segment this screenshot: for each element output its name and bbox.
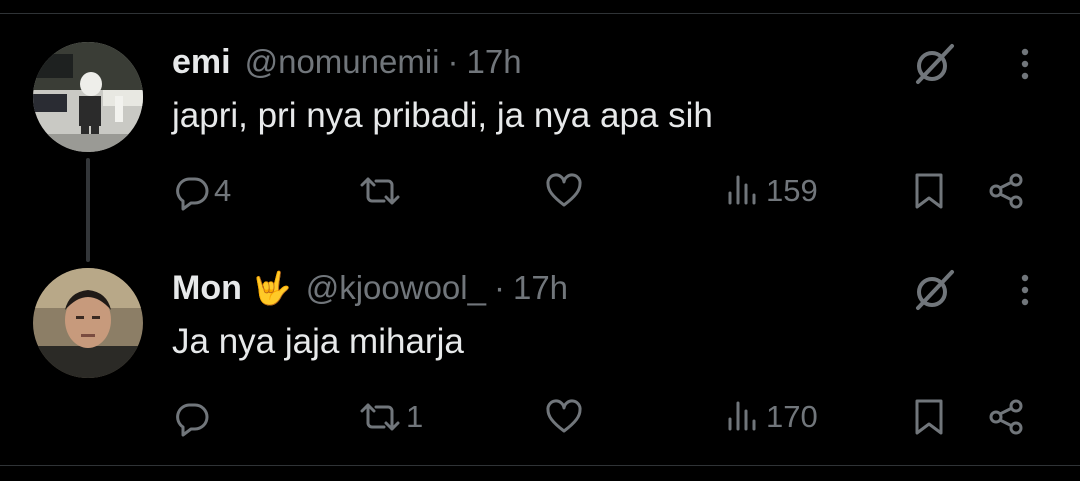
share-icon	[986, 171, 1026, 211]
views-icon	[724, 171, 764, 211]
post-time[interactable]: 17h	[513, 269, 568, 307]
repost-button[interactable]: 1	[356, 394, 423, 440]
share-button[interactable]	[986, 394, 1026, 440]
action-bar: 1 170	[0, 394, 1080, 440]
post-time[interactable]: 17h	[467, 43, 522, 81]
avatar[interactable]	[33, 268, 143, 378]
like-button[interactable]	[544, 394, 586, 440]
repost-icon	[356, 397, 404, 437]
post-header: emi @nomunemii · 17h	[172, 40, 522, 84]
reply-button[interactable]: 4	[172, 168, 231, 214]
post-header: Mon 🤟 @kjoowool_ · 17h	[172, 266, 568, 310]
bookmark-button[interactable]	[909, 394, 949, 440]
bottom-divider	[0, 465, 1080, 466]
user-handle[interactable]: @nomunemii	[245, 43, 440, 81]
bookmark-button[interactable]	[909, 168, 949, 214]
views-icon	[724, 397, 764, 437]
view-count: 170	[766, 399, 818, 434]
display-name[interactable]: emi	[172, 43, 231, 82]
repost-button[interactable]	[356, 168, 406, 214]
view-count: 159	[766, 173, 818, 208]
share-icon	[986, 397, 1026, 437]
views-button[interactable]: 159	[724, 168, 818, 214]
name-emoji: 🤟	[251, 270, 292, 306]
repost-icon	[356, 171, 404, 211]
share-button[interactable]	[986, 168, 1026, 214]
more-icon[interactable]	[1006, 44, 1044, 84]
avatar[interactable]	[33, 42, 143, 152]
like-icon	[544, 397, 584, 437]
repost-count: 1	[406, 399, 424, 434]
like-button[interactable]	[544, 168, 586, 214]
reply-button[interactable]	[172, 394, 214, 440]
post-text: Ja nya jaja miharja	[172, 322, 464, 361]
separator-dot: ·	[493, 269, 505, 306]
grok-icon[interactable]	[908, 266, 958, 316]
post-text: japri, pri nya pribadi, ja nya apa sih	[172, 96, 713, 135]
separator-dot: ·	[447, 43, 459, 80]
reply-count: 4	[214, 173, 232, 208]
top-divider	[0, 13, 1080, 14]
more-icon[interactable]	[1006, 270, 1044, 310]
user-handle[interactable]: @kjoowool_	[306, 269, 486, 307]
action-bar: 4 159	[0, 168, 1080, 214]
display-name[interactable]: Mon	[172, 269, 242, 308]
bookmark-icon	[909, 397, 949, 437]
grok-icon[interactable]	[908, 40, 958, 90]
reply-icon	[172, 397, 212, 437]
views-button[interactable]: 170	[724, 394, 818, 440]
reply-icon	[172, 171, 212, 211]
bookmark-icon	[909, 171, 949, 211]
like-icon	[544, 171, 584, 211]
